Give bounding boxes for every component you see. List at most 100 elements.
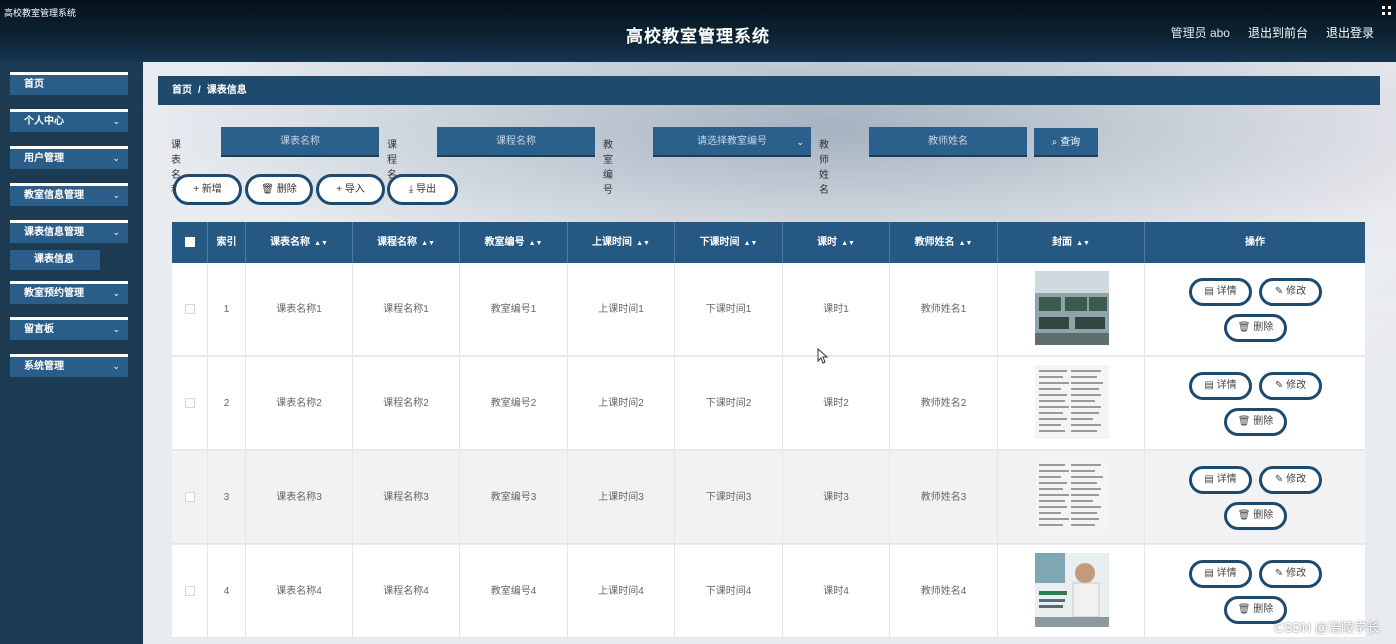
delete-button[interactable]: 🗑 删除 <box>245 174 313 205</box>
row-checkbox[interactable] <box>172 545 208 638</box>
header-operations: 操作 <box>1145 222 1365 263</box>
detail-label: 详情 <box>1216 474 1237 485</box>
edit-button[interactable]: ✎ 修改 <box>1259 372 1322 400</box>
sidebar-subitem-schedule-info[interactable]: 课表信息 <box>10 250 100 270</box>
edit-label: 修改 <box>1286 380 1307 391</box>
search-icon: ⌕ <box>1051 137 1058 148</box>
document-icon: ▤ <box>1204 380 1217 391</box>
row-checkbox[interactable] <box>172 357 208 450</box>
pencil-icon: ✎ <box>1274 474 1287 485</box>
sidebar-item-message-board[interactable]: 留言板 ⌄ <box>10 317 128 340</box>
add-button[interactable]: + 新增 <box>173 174 242 205</box>
sidebar-item-reservation[interactable]: 教室预约管理 ⌄ <box>10 281 128 304</box>
checkbox-icon <box>184 237 195 248</box>
grid-icon[interactable] <box>1382 6 1392 16</box>
edit-label: 修改 <box>1286 286 1307 297</box>
import-button-label: 导入 <box>344 184 365 195</box>
cell-operations: ▤ 详情 ✎ 修改 🗑 删除 <box>1145 263 1365 356</box>
cover-image-classroom[interactable] <box>1035 271 1109 345</box>
cell-operations: ▤ 详情 ✎ 修改 🗑 删除 <box>1145 357 1365 450</box>
header-hours[interactable]: 课时 ▲▼ <box>783 222 890 263</box>
sidebar-item-home[interactable]: 首页 <box>10 72 128 95</box>
cell-cover <box>998 263 1145 356</box>
cover-image-document[interactable] <box>1035 365 1109 439</box>
edit-button[interactable]: ✎ 修改 <box>1259 560 1322 588</box>
room-number-select[interactable]: 请选择教室编号 ⌄ <box>653 127 811 157</box>
import-button[interactable]: + 导入 <box>316 174 385 205</box>
room-number-select-value: 请选择教室编号 <box>697 136 767 147</box>
sidebar-item-system[interactable]: 系统管理 ⌄ <box>10 354 128 377</box>
delete-label: 删除 <box>1253 510 1274 521</box>
exit-to-front-link[interactable]: 退出到前台 <box>1248 24 1308 41</box>
cell-start-time: 上课时间2 <box>568 357 675 450</box>
cell-schedule-name: 课表名称4 <box>246 545 353 638</box>
header-end-time[interactable]: 下课时间 ▲▼ <box>675 222 783 263</box>
row-delete-button[interactable]: 🗑 删除 <box>1224 314 1287 342</box>
row-checkbox[interactable] <box>172 451 208 544</box>
schedule-name-input[interactable]: 课表名称 <box>221 127 379 157</box>
logout-link[interactable]: 退出登录 <box>1326 24 1374 41</box>
cover-image-poster[interactable] <box>1035 553 1109 627</box>
detail-button[interactable]: ▤ 详情 <box>1189 466 1252 494</box>
cell-schedule-name: 课表名称1 <box>246 263 353 356</box>
sidebar-item-schedule-management[interactable]: 课表信息管理 ⌄ <box>10 220 128 243</box>
sidebar-item-label: 课表信息管理 <box>24 227 84 238</box>
header-course-name[interactable]: 课程名称 ▲▼ <box>353 222 460 263</box>
document-icon: ▤ <box>1204 474 1217 485</box>
cell-cover <box>998 545 1145 638</box>
header-label: 封面 <box>1052 237 1073 248</box>
detail-button[interactable]: ▤ 详情 <box>1189 278 1252 306</box>
search-button[interactable]: ⌕ 查询 <box>1034 128 1098 157</box>
table-row: 3 课表名称3 课程名称3 教室编号3 上课时间3 下课时间3 课时3 教师姓名… <box>172 451 1365 544</box>
sort-icon: ▲▼ <box>841 240 855 247</box>
header-label: 教室编号 <box>484 237 525 248</box>
cover-image-document[interactable] <box>1035 459 1109 533</box>
sidebar-item-label: 用户管理 <box>24 153 64 164</box>
cell-index: 3 <box>208 451 246 544</box>
header-start-time[interactable]: 上课时间 ▲▼ <box>568 222 675 263</box>
header-teacher-name[interactable]: 教师姓名 ▲▼ <box>890 222 998 263</box>
detail-button[interactable]: ▤ 详情 <box>1189 372 1252 400</box>
course-name-input[interactable]: 课程名称 <box>437 127 595 157</box>
table-header: 索引 课表名称 ▲▼ 课程名称 ▲▼ 教室编号 ▲▼ 上课时间 ▲▼ 下课时间 ▲▼ 课时… <box>172 222 1365 263</box>
sort-icon: ▲▼ <box>314 240 328 247</box>
sort-icon: ▲▼ <box>528 240 543 247</box>
header-room-number[interactable]: 教室编号 ▲▼ <box>460 222 568 263</box>
checkbox-icon <box>184 492 195 503</box>
header-schedule-name[interactable]: 课表名称 ▲▼ <box>246 222 353 263</box>
chevron-down-icon: ⌄ <box>112 227 120 237</box>
detail-label: 详情 <box>1216 568 1237 579</box>
pencil-icon: ✎ <box>1274 286 1287 297</box>
header-label: 课程名称 <box>377 237 418 248</box>
row-checkbox[interactable] <box>172 263 208 356</box>
edit-button[interactable]: ✎ 修改 <box>1259 466 1322 494</box>
breadcrumb-home[interactable]: 首页 <box>172 85 192 96</box>
sidebar-item-personal-center[interactable]: 个人中心 ⌄ <box>10 109 128 132</box>
chevron-down-icon: ⌄ <box>112 190 120 200</box>
chevron-down-icon: ⌄ <box>112 116 120 126</box>
select-all-checkbox[interactable] <box>172 222 208 263</box>
download-icon: ⤓ <box>408 184 417 195</box>
sidebar-item-label: 首页 <box>24 79 44 90</box>
header-cover[interactable]: 封面 ▲▼ <box>998 222 1145 263</box>
main-panel: 首页 / 课表信息 课表名称 课表名称 课程名称 课程名称 教室编号 请选择教室编号… <box>143 62 1396 644</box>
breadcrumb-current: 课表信息 <box>206 85 247 96</box>
breadcrumb-separator: / <box>198 85 201 96</box>
teacher-name-input[interactable]: 教师姓名 <box>869 127 1027 157</box>
header-label: 下课时间 <box>699 237 740 248</box>
detail-button[interactable]: ▤ 详情 <box>1189 560 1252 588</box>
sidebar-item-label: 留言板 <box>24 324 54 335</box>
sidebar-item-user-management[interactable]: 用户管理 ⌄ <box>10 146 128 169</box>
sidebar-item-classroom-info[interactable]: 教室信息管理 ⌄ <box>10 183 128 206</box>
trash-icon: 🗑 <box>1237 604 1254 615</box>
sidebar: 首页 个人中心 ⌄ 用户管理 ⌄ 教室信息管理 ⌄ 课表信息管理 ⌄ 课表信息 教室预约… <box>0 62 143 644</box>
top-header: 高校教室管理系统 高校教室管理系统 管理员 abo 退出到前台 退出登录 <box>0 0 1396 62</box>
trash-icon: 🗑 <box>1237 322 1254 333</box>
row-delete-button[interactable]: 🗑 删除 <box>1224 408 1287 436</box>
cell-teacher-name: 教师姓名1 <box>890 263 998 356</box>
export-button[interactable]: ⤓ 导出 <box>387 174 458 205</box>
cell-index: 1 <box>208 263 246 356</box>
plus-icon: + <box>193 184 202 195</box>
row-delete-button[interactable]: 🗑 删除 <box>1224 502 1287 530</box>
edit-button[interactable]: ✎ 修改 <box>1259 278 1322 306</box>
